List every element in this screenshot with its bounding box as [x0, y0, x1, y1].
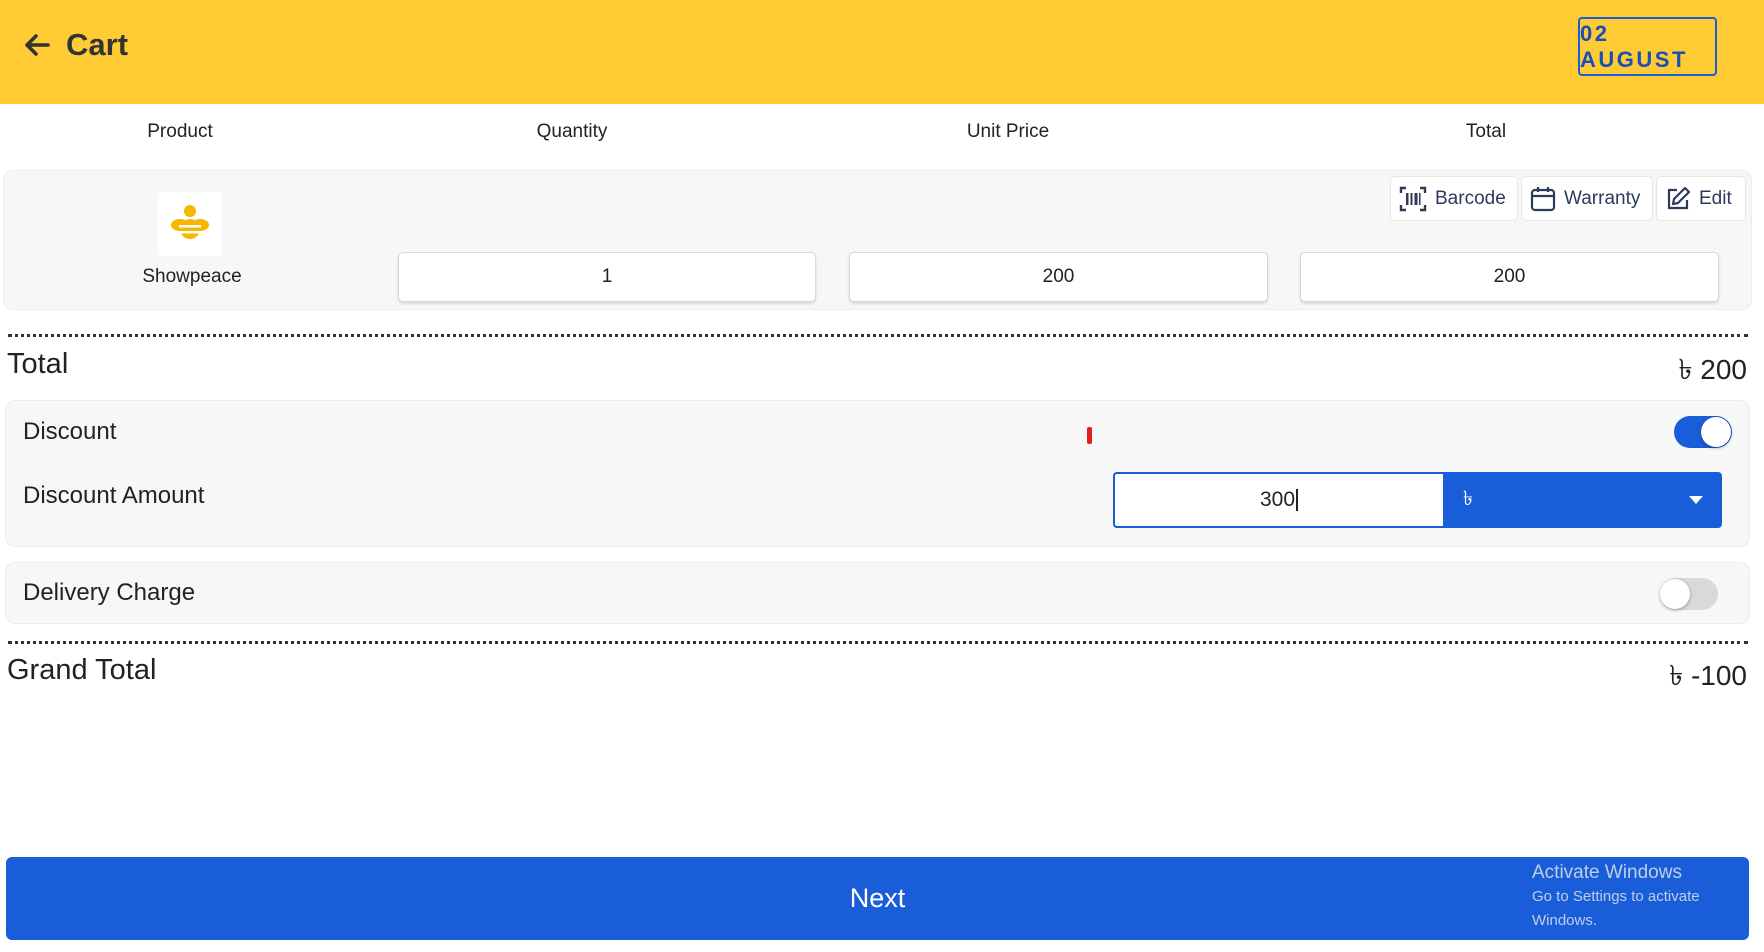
toggle-knob	[1660, 579, 1690, 609]
edit-label: Edit	[1699, 187, 1732, 209]
warranty-label: Warranty	[1564, 187, 1641, 209]
date-button[interactable]: 02 AUGUST	[1578, 17, 1717, 76]
column-header-total: Total	[1465, 121, 1507, 142]
delivery-charge-label: Delivery Charge	[23, 579, 196, 606]
arrow-left-icon	[25, 34, 50, 56]
divider	[8, 334, 1748, 337]
barcode-icon	[1399, 186, 1427, 211]
app-header: Cart 02 AUGUST	[0, 0, 1764, 104]
discount-amount-label: Discount Amount	[23, 482, 205, 509]
product-thumbnail	[158, 192, 222, 256]
total-label: Total	[7, 348, 69, 380]
unit-price-field[interactable]: 200	[849, 252, 1268, 302]
column-header-unit-price: Unit Price	[966, 121, 1050, 142]
next-button[interactable]: Next	[6, 857, 1749, 940]
barcode-label: Barcode	[1435, 187, 1506, 209]
grand-total-label: Grand Total	[7, 654, 157, 686]
activation-watermark: Activate Windows Go to Settings to activ…	[1532, 861, 1764, 933]
delivery-charge-toggle[interactable]	[1660, 578, 1718, 610]
total-value: ৳ 200	[1678, 354, 1747, 385]
discount-label: Discount	[23, 418, 117, 445]
toggle-knob	[1701, 417, 1731, 447]
discount-amount-input[interactable]: 300	[1113, 472, 1445, 528]
discount-currency-select[interactable]: ৳	[1445, 472, 1722, 528]
discount-toggle[interactable]	[1674, 416, 1732, 448]
discount-amount-value: 300	[1259, 488, 1296, 511]
text-caret	[1296, 489, 1299, 511]
currency-symbol: ৳	[1463, 487, 1473, 510]
product-name: Showpeace	[142, 266, 242, 287]
divider	[8, 641, 1748, 644]
watermark-title: Activate Windows	[1532, 862, 1682, 883]
column-header-quantity: Quantity	[536, 121, 608, 142]
delivery-charge-card	[5, 562, 1750, 624]
caret-down-icon	[1689, 496, 1703, 504]
item-total-field[interactable]: 200	[1300, 252, 1719, 302]
edit-button[interactable]: Edit	[1656, 176, 1746, 221]
mouse-cursor-marker	[1087, 427, 1092, 444]
page-title: Cart	[66, 27, 129, 62]
watermark-subtitle: Go to Settings to activate Windows.	[1532, 888, 1700, 929]
column-header-product: Product	[147, 121, 213, 142]
warranty-button[interactable]: Warranty	[1521, 176, 1653, 221]
bee-logo-icon	[171, 205, 209, 239]
calendar-icon	[1530, 186, 1556, 211]
barcode-button[interactable]: Barcode	[1390, 176, 1518, 221]
quantity-field[interactable]: 1	[398, 252, 816, 302]
back-button[interactable]	[20, 28, 54, 62]
edit-icon	[1667, 186, 1691, 209]
grand-total-value: ৳ -100	[1669, 660, 1747, 691]
